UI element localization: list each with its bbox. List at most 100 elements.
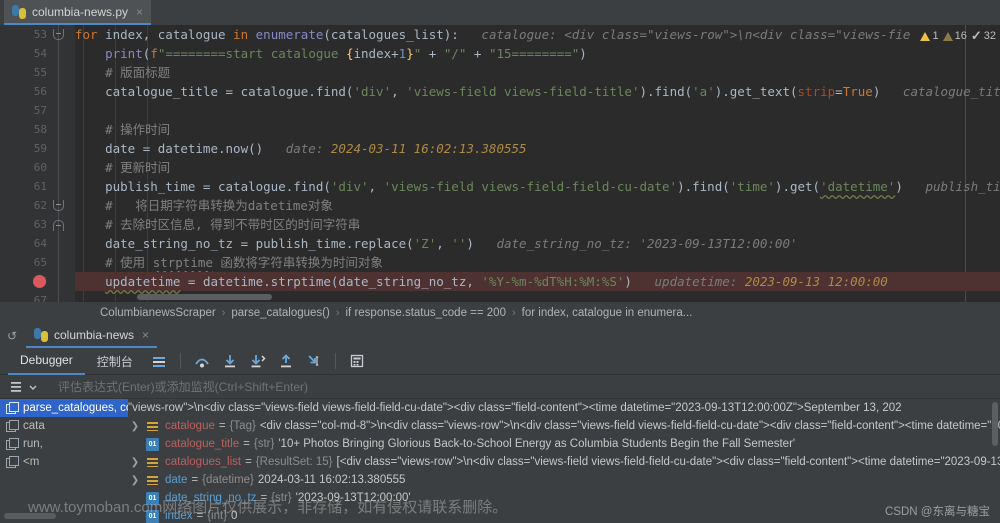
debug-session-label: columbia-news	[54, 328, 135, 342]
code-line-55: # 版面标题	[105, 65, 171, 80]
run-to-cursor-icon[interactable]	[303, 350, 325, 372]
code-line-59: date = datetime.now() date: 2024-03-11 1…	[75, 141, 527, 156]
variable-name: date_string_no_tz	[165, 492, 257, 504]
breadcrumb-item-method[interactable]: parse_catalogues()	[231, 307, 329, 319]
warning-triangle-icon	[920, 31, 931, 41]
fold-guide-line	[58, 25, 59, 302]
editor-horizontal-scrollbar[interactable]	[137, 294, 272, 300]
debug-session-tab[interactable]: columbia-news ×	[26, 324, 158, 348]
line-number: 57	[33, 104, 47, 117]
close-icon[interactable]: ×	[136, 6, 143, 18]
debug-tool-window: ↺ columbia-news × Debugger 控制台 评估表达式(Ent…	[0, 324, 1000, 523]
pycharm-ide-window: columbia-news.py × 53 54 55 56 57 58 59 …	[0, 0, 1000, 523]
variable-value: [<div class="views-row">\n<div class="vi…	[336, 456, 1000, 468]
breadcrumb-item-class[interactable]: ColumbianewsScraper	[100, 307, 216, 319]
variables-tree[interactable]: "views-row">\n<div class="views-field vi…	[128, 399, 1000, 523]
variable-value: 0	[231, 510, 238, 522]
line-number: 62	[33, 199, 47, 212]
python-run-config-icon	[34, 328, 48, 342]
variable-row-catalogues-list[interactable]: ❯ catalogues_list = {ResultSet: 15} [<di…	[128, 453, 1000, 471]
tab-debugger-label: Debugger	[20, 353, 73, 367]
expand-chevron-icon[interactable]: ❯	[128, 421, 142, 432]
debugger-toolbar: Debugger 控制台	[0, 348, 1000, 375]
frame-label: <m	[23, 456, 40, 468]
expand-chevron-icon[interactable]: ❯	[128, 475, 142, 486]
close-icon[interactable]: ×	[142, 329, 149, 341]
variable-name: date	[165, 474, 188, 486]
string-icon: 01	[146, 437, 159, 451]
editor-tab-strip: columbia-news.py ×	[0, 0, 1000, 25]
frame-row[interactable]: <m	[0, 453, 128, 471]
show-execution-point-icon[interactable]	[148, 350, 170, 372]
variable-name: catalogues_list	[165, 456, 242, 468]
variable-row-date[interactable]: ❯ date = {datetime} 2024-03-11 16:02:13.…	[128, 471, 1000, 489]
variable-value: '2023-09-13T12:00:00'	[295, 492, 411, 504]
warning-count-badge[interactable]: 1	[920, 30, 939, 42]
weak-warning-triangle-icon	[942, 31, 953, 41]
tab-console-label: 控制台	[96, 354, 133, 369]
chevron-right-icon: ›	[221, 307, 226, 319]
breakpoint-icon[interactable]	[33, 275, 46, 288]
list-icon	[146, 474, 159, 487]
variable-type: {datetime}	[202, 474, 254, 486]
selected-frame-value-row: "views-row">\n<div class="views-field vi…	[128, 399, 1000, 417]
variable-value: '10+ Photos Bringing Glorious Back-to-Sc…	[278, 438, 796, 450]
fold-marker-expand-icon[interactable]	[53, 220, 64, 231]
code-line-58: # 操作时间	[105, 122, 171, 137]
tab-debugger[interactable]: Debugger	[8, 348, 85, 375]
breadcrumb-item-if[interactable]: if response.status_code == 200	[346, 307, 506, 319]
step-over-icon[interactable]	[191, 350, 213, 372]
frame-row[interactable]: parse_catalogues, columbia-news.py:69	[0, 399, 128, 417]
editor-tab-columbia-news-py[interactable]: columbia-news.py ×	[4, 0, 152, 25]
variable-row-catalogue-title[interactable]: ❯ 01 catalogue_title = {str} '10+ Photos…	[128, 435, 1000, 453]
weak-warning-count-badge[interactable]: 16	[942, 30, 967, 42]
variable-row-index[interactable]: ❯ 01 index = {int} 0	[128, 507, 1000, 523]
variable-name: catalogue	[165, 420, 215, 432]
evaluate-expression-row[interactable]: 评估表达式(Enter)或添加监视(Ctrl+Shift+Enter)	[0, 375, 1000, 399]
chevron-right-icon: ›	[511, 307, 516, 319]
step-out-icon[interactable]	[275, 350, 297, 372]
list-icon	[146, 456, 159, 469]
frames-list[interactable]: parse_catalogues, columbia-news.py:69 ca…	[0, 399, 128, 523]
expand-chevron-icon[interactable]: ❯	[128, 457, 142, 468]
code-line-65: # 使用 strptime 函数将字符串转换为时间对象	[105, 255, 383, 270]
tab-console[interactable]: 控制台	[85, 348, 145, 375]
evaluate-expression-input[interactable]: 评估表达式(Enter)或添加监视(Ctrl+Shift+Enter)	[44, 378, 308, 395]
line-number: 64	[33, 237, 47, 250]
no-chevron-icon: ❯	[128, 493, 142, 504]
inspection-widget[interactable]: 1 16 ✓ 32	[920, 27, 996, 45]
code-text-area[interactable]: for index, catalogue in enumerate(catalo…	[75, 25, 1000, 302]
no-chevron-icon: ❯	[128, 439, 142, 450]
variable-row-catalogue[interactable]: ❯ catalogue = {Tag} <div class="col-md-8…	[128, 417, 1000, 435]
frames-layout-menu[interactable]	[8, 379, 38, 395]
variable-value: 2024-03-11 16:02:13.380555	[257, 474, 406, 486]
code-editor[interactable]: 53 54 55 56 57 58 59 60 61 62 63 64 65 6…	[0, 25, 1000, 307]
frames-horizontal-scrollbar[interactable]	[4, 513, 56, 519]
line-number: 54	[33, 47, 47, 60]
line-number: 65	[33, 256, 47, 269]
fold-marker-collapse-icon[interactable]	[53, 200, 64, 211]
editor-tab-label: columbia-news.py	[32, 4, 129, 19]
string-icon: 01	[146, 491, 159, 505]
python-file-icon	[12, 4, 26, 19]
breadcrumb-item-for[interactable]: for index, catalogue in enumera...	[522, 307, 693, 319]
chevron-right-icon: ›	[335, 307, 340, 319]
evaluate-expression-icon[interactable]	[346, 350, 368, 372]
warning-count: 1	[932, 30, 939, 42]
debug-session-tab-strip: ↺ columbia-news ×	[0, 324, 1000, 348]
frames-layout-icon	[11, 381, 21, 392]
frame-row[interactable]: cata	[0, 417, 128, 435]
step-into-icon[interactable]	[219, 350, 241, 372]
frame-icon	[6, 456, 19, 468]
fold-marker-collapse-icon[interactable]	[53, 29, 64, 40]
inspection-ok-badge[interactable]: ✓ 32	[971, 28, 996, 44]
variable-row-date-string-no-tz[interactable]: ❯ 01 date_string_no_tz = {str} '2023-09-…	[128, 489, 1000, 507]
debug-session-icon[interactable]: ↺	[4, 329, 20, 343]
frame-row[interactable]: run,	[0, 435, 128, 453]
force-step-into-icon[interactable]	[247, 350, 269, 372]
editor-gutter[interactable]: 53 54 55 56 57 58 59 60 61 62 63 64 65 6…	[0, 25, 75, 307]
frame-icon	[6, 420, 19, 432]
line-number: 55	[33, 66, 47, 79]
variables-vertical-scrollbar[interactable]	[992, 402, 998, 446]
breadcrumb: ColumbianewsScraper › parse_catalogues()…	[0, 302, 1000, 324]
